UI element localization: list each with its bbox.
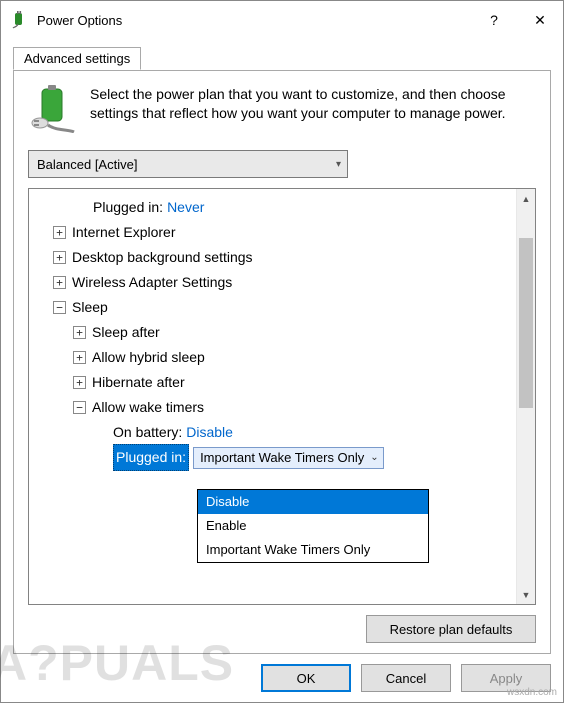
tree-wireless-adapter[interactable]: + Wireless Adapter Settings (29, 270, 516, 295)
tree-value-link[interactable]: Never (167, 195, 204, 220)
titlebar: Power Options ? ✕ (1, 1, 563, 39)
dropdown-option-enable[interactable]: Enable (198, 514, 428, 538)
tree-on-battery[interactable]: On battery: Disable (29, 420, 516, 445)
client-area: Advanced settings Select the power plan … (1, 39, 563, 702)
power-plan-dropdown[interactable]: Balanced [Active] ▾ (28, 150, 348, 178)
dialog-buttons: OK Cancel Apply (13, 654, 551, 692)
power-options-icon (11, 11, 29, 29)
ok-button[interactable]: OK (261, 664, 351, 692)
tree-plugged-in-top[interactable]: Plugged in: Never (29, 195, 516, 220)
chevron-down-icon: ▾ (336, 159, 341, 170)
collapse-icon[interactable]: − (53, 301, 66, 314)
tree-value-link[interactable]: Disable (186, 420, 233, 445)
wake-timers-dropdown-list[interactable]: Disable Enable Important Wake Timers Onl… (197, 489, 429, 563)
tree-allow-wake-timers[interactable]: − Allow wake timers (29, 395, 516, 420)
tree-allow-hybrid-sleep[interactable]: + Allow hybrid sleep (29, 345, 516, 370)
scroll-track[interactable] (517, 208, 535, 585)
restore-plan-defaults-button[interactable]: Restore plan defaults (366, 615, 536, 643)
restore-row: Restore plan defaults (28, 615, 536, 643)
expand-icon[interactable]: + (53, 276, 66, 289)
tree-label: On battery: (113, 420, 182, 445)
tab-header: Advanced settings (13, 47, 551, 71)
description-row: Select the power plan that you want to c… (28, 85, 536, 136)
tab-advanced-settings[interactable]: Advanced settings (13, 47, 141, 70)
scroll-thumb[interactable] (519, 238, 533, 408)
expand-icon[interactable]: + (73, 326, 86, 339)
power-options-window: Power Options ? ✕ Advanced settings (0, 0, 564, 703)
expand-icon[interactable]: + (73, 376, 86, 389)
window-title: Power Options (37, 13, 471, 28)
settings-tree-container: Plugged in: Never + Internet Explorer + … (28, 188, 536, 605)
wake-timers-plugged-dropdown[interactable]: Important Wake Timers Only ⌄ (193, 447, 384, 469)
apply-button[interactable]: Apply (461, 664, 551, 692)
close-button[interactable]: ✕ (517, 1, 563, 39)
tree-desktop-background[interactable]: + Desktop background settings (29, 245, 516, 270)
dropdown-option-important[interactable]: Important Wake Timers Only (198, 538, 428, 562)
help-button[interactable]: ? (471, 1, 517, 39)
tree-scrollbar[interactable]: ▲ ▼ (516, 189, 535, 604)
tree-plugged-in-wake[interactable]: Plugged in: Important Wake Timers Only ⌄ (29, 445, 516, 470)
power-plan-selected: Balanced [Active] (37, 157, 137, 172)
expand-icon[interactable]: + (53, 251, 66, 264)
dropdown-option-disable[interactable]: Disable (198, 490, 428, 514)
tree-hibernate-after[interactable]: + Hibernate after (29, 370, 516, 395)
scroll-down-icon[interactable]: ▼ (517, 585, 535, 604)
tree-sleep[interactable]: − Sleep (29, 295, 516, 320)
tree-label: Plugged in: (93, 195, 163, 220)
tree-sleep-after[interactable]: + Sleep after (29, 320, 516, 345)
scroll-up-icon[interactable]: ▲ (517, 189, 535, 208)
description-text: Select the power plan that you want to c… (90, 85, 536, 136)
tree-label-selected: Plugged in: (116, 449, 186, 465)
expand-icon[interactable]: + (73, 351, 86, 364)
tab-page: Select the power plan that you want to c… (13, 70, 551, 654)
wake-timers-plugged-value: Important Wake Timers Only (200, 445, 364, 470)
chevron-down-icon: ⌄ (370, 445, 378, 470)
collapse-icon[interactable]: − (73, 401, 86, 414)
expand-icon[interactable]: + (53, 226, 66, 239)
battery-plug-icon (28, 85, 76, 136)
tree-internet-explorer[interactable]: + Internet Explorer (29, 220, 516, 245)
cancel-button[interactable]: Cancel (361, 664, 451, 692)
